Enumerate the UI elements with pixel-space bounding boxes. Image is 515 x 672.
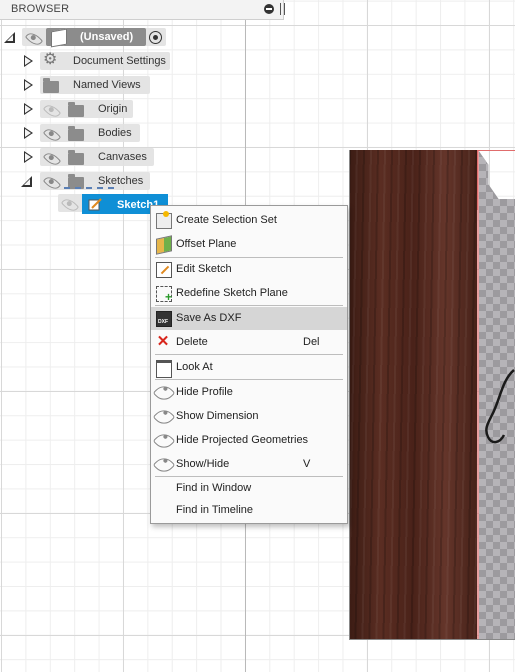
eye-icon	[152, 381, 176, 405]
menu-item-label: Redefine Sketch Plane	[176, 287, 288, 299]
tree-item-label: Named Views	[73, 79, 141, 91]
menu-item-label: Look At	[176, 361, 213, 373]
menu-divider	[155, 354, 343, 355]
tree-item-label: Origin	[98, 103, 128, 115]
tree-item-label: Sketches	[98, 175, 144, 187]
menu-item-find-in-window[interactable]: Find in Window	[151, 477, 347, 500]
context-menu: Create Selection Set Offset Plane Edit S…	[150, 205, 348, 524]
menu-item-look-at[interactable]: Look At	[151, 356, 347, 379]
selection-set-icon	[156, 211, 172, 229]
folder-icon	[43, 78, 59, 93]
menu-item-show-dimension[interactable]: Show Dimension	[151, 405, 347, 429]
browser-title: BROWSER	[11, 3, 70, 15]
menu-item-offset-plane[interactable]: Offset Plane	[151, 233, 347, 256]
eye-icon	[152, 405, 176, 429]
menu-item-label: Create Selection Set	[176, 214, 277, 226]
shortcut-label: V	[303, 458, 311, 470]
tree-item-label: Bodies	[98, 127, 132, 139]
edit-sketch-icon	[156, 262, 172, 278]
menu-divider	[155, 305, 343, 306]
expand-triangle-icon[interactable]	[24, 103, 33, 115]
rename-indicator	[64, 187, 114, 191]
menu-divider	[155, 379, 343, 380]
root-label: (Unsaved)	[80, 31, 134, 43]
menu-item-label: Hide Profile	[176, 386, 233, 398]
menu-item-label: Hide Projected Geometries	[176, 434, 309, 446]
expand-triangle-icon[interactable]	[24, 151, 33, 163]
menu-item-label: Show Dimension	[176, 410, 259, 422]
menu-item-create-selection-set[interactable]: Create Selection Set	[151, 209, 347, 232]
menu-item-delete[interactable]: ✕ Delete Del	[151, 331, 347, 354]
collapse-triangle-icon[interactable]	[4, 32, 16, 44]
menu-item-save-as-dxf[interactable]: Save As DXF	[151, 307, 347, 330]
wood-texture	[349, 150, 477, 640]
menu-item-hide-profile[interactable]: Hide Profile	[151, 381, 347, 405]
dxf-icon	[156, 311, 172, 327]
sketch-icon	[88, 198, 102, 211]
eye-icon	[152, 429, 176, 453]
menu-item-find-in-timeline[interactable]: Find in Timeline	[151, 499, 347, 522]
gear-icon: ⚙	[43, 51, 58, 68]
delete-icon: ✕	[156, 333, 170, 350]
tree-item-label: Document Settings	[73, 55, 166, 67]
menu-item-show-hide[interactable]: Show/Hide V	[151, 453, 347, 477]
expand-triangle-icon[interactable]	[24, 79, 33, 91]
menu-item-label: Find in Window	[176, 482, 252, 494]
browser-header: BROWSER	[0, 0, 285, 20]
menu-item-label: Offset Plane	[176, 238, 237, 250]
folder-icon	[68, 150, 84, 165]
menu-item-label: Show/Hide	[176, 458, 230, 470]
menu-item-label: Delete	[176, 336, 208, 348]
panel-outline-bottom	[349, 639, 515, 640]
look-at-icon	[156, 360, 172, 378]
redefine-plane-icon	[156, 286, 172, 303]
menu-item-label: Save As DXF	[176, 312, 242, 324]
folder-icon	[68, 126, 84, 141]
offset-plane-icon	[156, 235, 172, 255]
expand-triangle-icon[interactable]	[24, 127, 33, 139]
panel-outline-left	[349, 150, 350, 640]
menu-item-redefine-sketch-plane[interactable]: Redefine Sketch Plane	[151, 282, 347, 305]
sketch-line-left	[477, 150, 478, 210]
collapse-icon[interactable]	[264, 4, 274, 14]
sketch-line-top	[477, 150, 515, 151]
tree-item-label: Canvases	[98, 151, 147, 163]
expand-triangle-icon[interactable]	[24, 55, 33, 67]
menu-item-label: Edit Sketch	[176, 263, 232, 275]
eye-icon	[152, 453, 176, 477]
collapse-triangle-icon[interactable]	[21, 176, 33, 188]
activate-radio-icon[interactable]	[149, 31, 162, 44]
sketch-curve	[485, 369, 515, 444]
menu-item-edit-sketch[interactable]: Edit Sketch	[151, 258, 347, 281]
component-icon	[51, 28, 67, 48]
menu-item-hide-projected-geometries[interactable]: Hide Projected Geometries	[151, 429, 347, 453]
menu-item-label: Find in Timeline	[176, 504, 254, 516]
shortcut-label: Del	[303, 336, 320, 348]
pin-icon[interactable]	[280, 3, 285, 15]
folder-icon	[68, 102, 84, 117]
